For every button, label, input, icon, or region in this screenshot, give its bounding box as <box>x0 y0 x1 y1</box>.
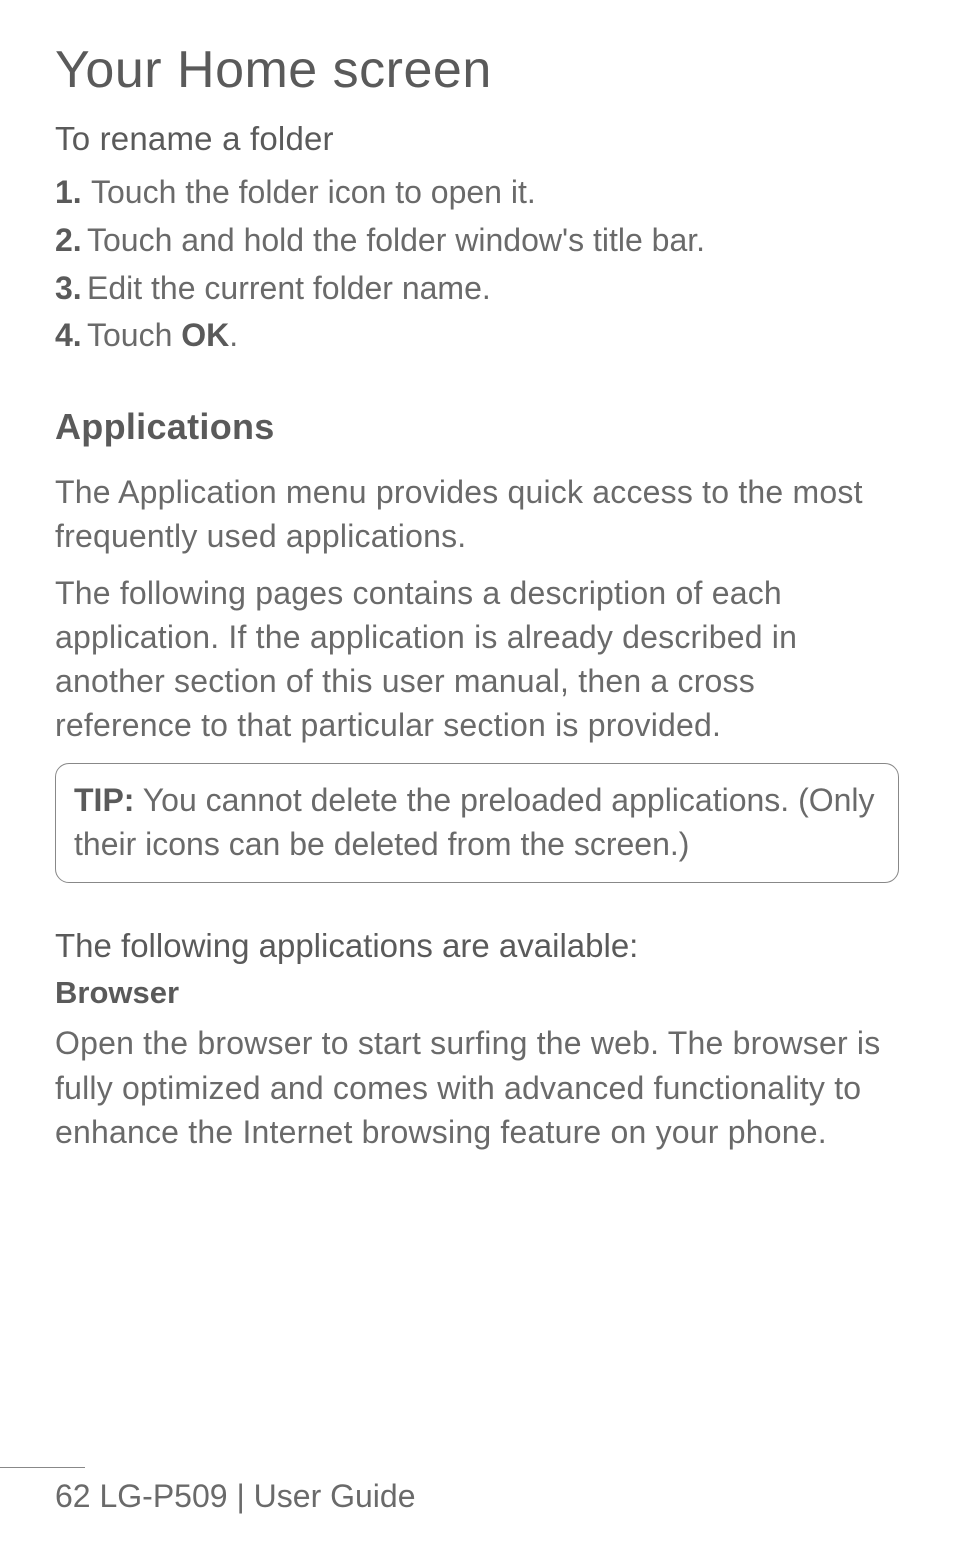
step-text-part: Touch <box>87 317 181 353</box>
rename-folder-heading: To rename a folder <box>55 120 899 158</box>
step-text: Touch the folder icon to open it. <box>91 170 899 215</box>
tip-label: TIP: <box>74 782 134 818</box>
page-title: Your Home screen <box>55 40 899 100</box>
list-item: 1. Touch the folder icon to open it. <box>55 170 899 215</box>
step-number: 2. <box>55 218 87 263</box>
list-item: 3. Edit the current folder name. <box>55 266 899 311</box>
footer-text: 62 LG-P509 | User Guide <box>0 1478 480 1515</box>
ok-label: OK <box>181 317 229 353</box>
tip-box: TIP: You cannot delete the preloaded app… <box>55 763 899 883</box>
tip-text: TIP: You cannot delete the preloaded app… <box>74 778 880 866</box>
list-item: 4. Touch OK. <box>55 313 899 358</box>
footer-rule <box>0 1467 85 1468</box>
rename-steps-list: 1. Touch the folder icon to open it. 2. … <box>55 170 899 358</box>
tip-body: You cannot delete the preloaded applicat… <box>74 782 875 862</box>
list-item: 2. Touch and hold the folder window's ti… <box>55 218 899 263</box>
browser-label: Browser <box>55 975 899 1011</box>
page-footer: 62 LG-P509 | User Guide <box>0 1467 480 1515</box>
available-apps-heading: The following applications are available… <box>55 927 899 965</box>
step-text-part: . <box>229 317 238 353</box>
step-text: Touch and hold the folder window's title… <box>87 218 899 263</box>
applications-intro-1: The Application menu provides quick acce… <box>55 470 899 558</box>
applications-heading: Applications <box>55 406 899 448</box>
step-text: Edit the current folder name. <box>87 266 899 311</box>
step-number: 4. <box>55 313 87 358</box>
applications-intro-2: The following pages contains a descripti… <box>55 571 899 748</box>
step-number: 1. <box>55 170 91 215</box>
step-text: Touch OK. <box>87 313 899 358</box>
step-number: 3. <box>55 266 87 311</box>
browser-description: Open the browser to start surfing the we… <box>55 1021 899 1153</box>
